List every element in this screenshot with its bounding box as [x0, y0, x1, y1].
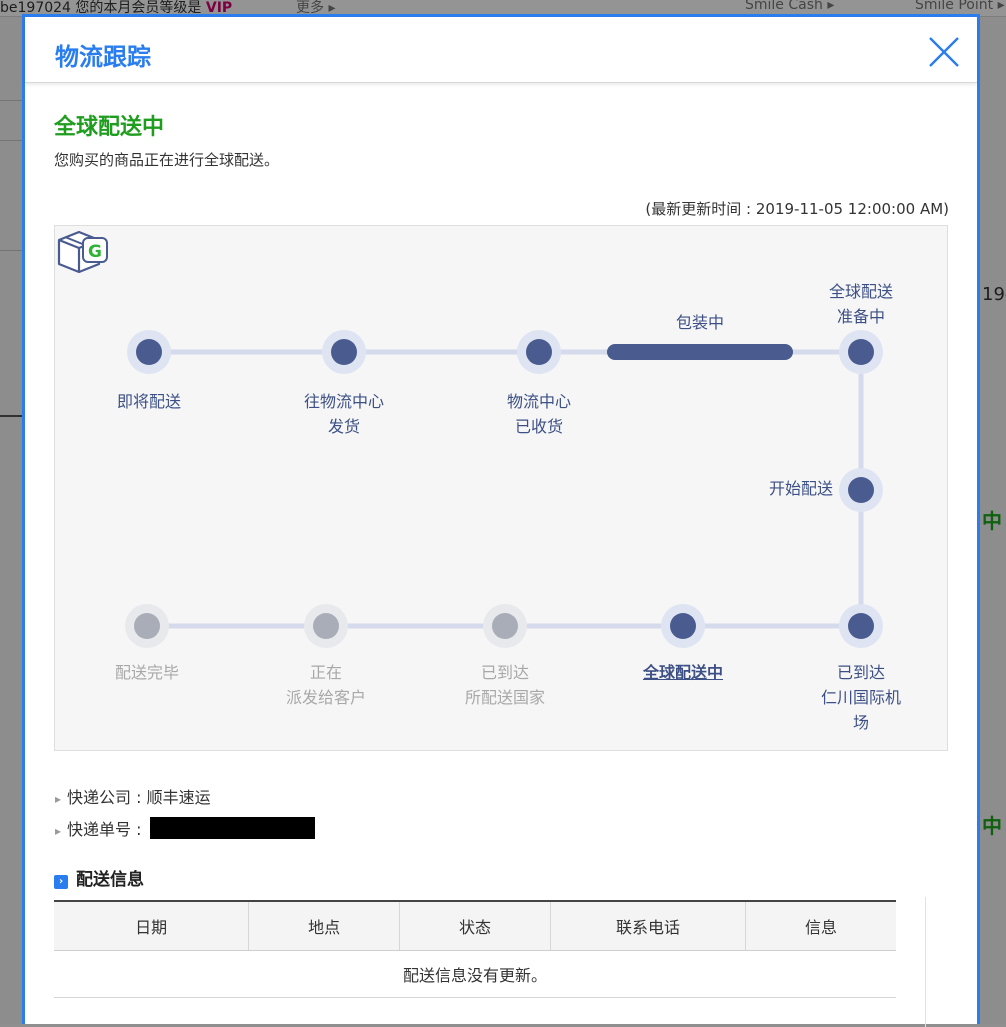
- step-node-active: [839, 468, 883, 512]
- redacted-tracking-number: [150, 817, 315, 839]
- step-node-inactive: [483, 604, 527, 648]
- step-label-delivering: 正在 派发给客户: [285, 663, 366, 707]
- step-label-delivered: 配送完毕: [114, 663, 179, 682]
- status-title: 全球配送中: [54, 115, 165, 140]
- scrollbar[interactable]: [925, 897, 946, 1027]
- package-icon: G: [57, 230, 108, 274]
- step-node-active: [839, 330, 883, 374]
- bullet-arrow-icon: ▸: [55, 824, 62, 838]
- column-header-phone: 联系电话: [550, 900, 747, 951]
- packing-label: 包装中: [675, 313, 724, 332]
- column-header-location: 地点: [248, 900, 401, 951]
- tracking-progress-panel: G 包装中 即将配送 往物流中心 发货 物流中心 已收货 全球配送 准备中 开始配送 …: [54, 225, 948, 751]
- step-label-ship-to-warehouse: 往物流中心 发货: [303, 392, 384, 436]
- section-arrow-icon: ›: [54, 875, 68, 889]
- step-label-arrived-incheon: 已到达 仁川国际机场: [820, 663, 901, 732]
- step-label-global-ready: 全球配送 准备中: [828, 282, 893, 326]
- table-row: 配送信息没有更新。: [54, 950, 896, 998]
- column-header-info: 信息: [745, 900, 896, 951]
- step-label-ready-to-ship: 即将配送: [116, 392, 181, 411]
- step-node-active: [839, 604, 883, 648]
- delivery-info-table: 日期 地点 状态 联系电话 信息 配送信息没有更新。: [54, 900, 896, 998]
- step-node-active: [127, 330, 171, 374]
- last-updated-time: (最新更新时间 : 2019-11-05 12:00:00 AM): [645, 200, 949, 218]
- step-node-inactive: [125, 604, 169, 648]
- step-label-arrived-destination: 已到达 所配送国家: [464, 663, 545, 707]
- empty-message: 配送信息没有更新。: [54, 950, 896, 998]
- step-node-current: [661, 604, 705, 648]
- step-label-global-shipping-current[interactable]: 全球配送中: [623, 660, 743, 685]
- status-description: 您购买的商品正在进行全球配送。: [54, 151, 280, 169]
- column-header-date: 日期: [54, 900, 250, 951]
- step-node-active: [517, 330, 561, 374]
- step-label-warehouse-received: 物流中心 已收货: [506, 392, 571, 436]
- svg-text:G: G: [88, 242, 102, 262]
- modal-title: 物流跟踪: [55, 43, 151, 71]
- delivery-info-heading: › 配送信息: [54, 865, 144, 890]
- column-header-status: 状态: [399, 900, 551, 951]
- step-label-start-delivery: 开始配送: [768, 479, 833, 498]
- close-icon: [929, 37, 959, 67]
- logistics-tracking-modal: 物流跟踪 全球配送中 您购买的商品正在进行全球配送。 (最新更新时间 : 201…: [22, 14, 980, 1027]
- bullet-arrow-icon: ▸: [55, 792, 62, 806]
- tracking-number: ▸ 快递单号 :: [55, 820, 142, 839]
- courier-company: ▸ 快递公司 : 顺丰速运: [55, 788, 211, 807]
- modal-header: 物流跟踪: [25, 17, 977, 83]
- step-node-inactive: [304, 604, 348, 648]
- close-button[interactable]: [927, 35, 961, 69]
- step-node-active: [322, 330, 366, 374]
